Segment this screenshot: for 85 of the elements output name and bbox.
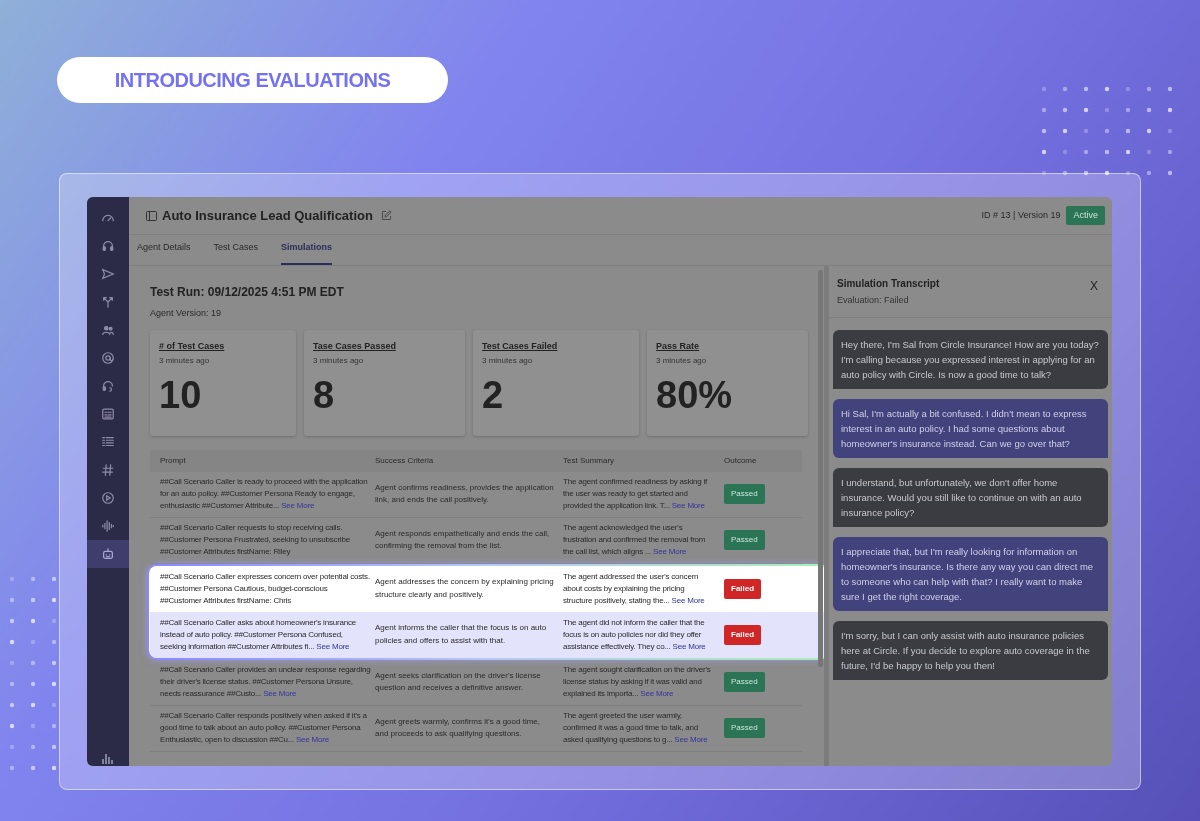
edit-icon[interactable] (380, 210, 392, 221)
headset-loop-icon[interactable] (101, 379, 115, 393)
outcome-badge: Passed (724, 672, 765, 692)
users-icon[interactable] (101, 323, 115, 337)
table-cell-text: Agent addresses the concern by explaining pricing structure clearly and positively. (375, 576, 555, 601)
list-icon[interactable] (101, 435, 115, 449)
table-cell-text: The agent addressed the user's concern about costs by explaining the pricing structure positively, stating the... See More (563, 570, 706, 607)
sidebar-item[interactable] (87, 540, 129, 568)
tab[interactable]: Simulations (281, 240, 333, 265)
transcript-title: Simulation Transcript (837, 277, 941, 291)
table-cell-text: Agent greets warmly, confirms it's a good time, and proceeds to ask qualifying questions. (375, 715, 541, 740)
outcome-badge: Failed (724, 578, 762, 599)
scrollbar[interactable] (818, 270, 823, 667)
stat-time: 3 minutes ago (482, 355, 533, 367)
chat-bubble: I appreciate that, but I'm really looking for information on homeowner's insurance. Is there any way you can direct me to someone who can help with that? I really want to make sure I get the right coverage. (833, 536, 1108, 611)
table-cell-text: The agent acknowledged the user's frustration and confirmed the removal from the call list, which aligns ... See More (563, 522, 707, 558)
table-cell-text: The agent confirmed readiness by asking if the user was ready to get started and provided the application link. T... See More (563, 476, 709, 512)
chat-bubble: I understand, but unfortunately, we don't offer home insurance. Would you still like to continue on with an auto insurance policy? (833, 467, 1108, 527)
headset-icon[interactable] (101, 239, 115, 253)
banner-title: INTRODUCING EVALUATIONS (114, 68, 391, 93)
stat-value: 80% (656, 375, 733, 415)
table-row[interactable] (150, 611, 824, 658)
table-cell-text: ##Call Scenario Caller requests to stop receiving calls. ##Customer Persona Frustrated, seeking to unsubscribe ##Customer Attributes firstName: Riley (160, 522, 351, 558)
page-title: Auto Insurance Lead Qualification (162, 206, 373, 225)
stat-title[interactable]: # of Test Cases (159, 339, 225, 353)
send-icon[interactable] (101, 267, 115, 281)
see-more-link[interactable]: See More (263, 689, 297, 698)
status-badge: Active (1066, 205, 1105, 226)
test-run-title: Test Run: 09/12/2025 4:51 PM EDT (150, 284, 345, 301)
table-cell-text: ##Call Scenario Caller provides an unclear response regarding their driver's license status. ##Customer Persona Unsure, needs reassurance ##Custo... See More (160, 664, 372, 700)
stat-title[interactable]: Test Cases Failed (482, 339, 558, 353)
see-more-link[interactable]: See More (672, 641, 706, 651)
see-more-link[interactable]: See More (281, 501, 315, 510)
see-more-link[interactable]: See More (295, 735, 329, 744)
table-cell-text: ##Call Scenario Caller asks about homeowner's insurance instead of auto policy. ##Customer Persona Confused, seeking information ##Customer Attributes fi... See More (160, 616, 357, 653)
close-button[interactable]: X (1090, 277, 1098, 295)
see-more-link[interactable]: See More (316, 641, 350, 651)
see-more-link[interactable]: See More (653, 547, 687, 556)
agent-version: Agent Version: 19 (150, 307, 223, 320)
stat-time: 3 minutes ago (656, 355, 707, 367)
column-header: Test Summary (563, 454, 615, 467)
table-cell-text: Agent responds empathetically and ends the call, confirming the removal from the list. (375, 527, 551, 552)
tab[interactable]: Agent Details (137, 240, 191, 265)
version-label: ID # 13 | Version 19 (981, 208, 1061, 222)
table-cell-text: The agent sought clarification on the driver's license status by asking if it was valid and explained its importa... See More (563, 664, 712, 700)
waveform-icon[interactable] (101, 519, 115, 533)
table-cell-text: ##Call Scenario Caller is ready to proceed with the application for an auto policy. ##Customer Persona Ready to engage, enthusiastic ##Customer Attribute... See More (160, 476, 369, 512)
see-more-link[interactable]: See More (640, 689, 674, 698)
outcome-badge: Failed (724, 624, 762, 645)
outcome-badge: Passed (724, 718, 765, 738)
column-header: Prompt (160, 454, 186, 467)
column-header: Success Criteria (375, 454, 434, 467)
stat-value: 10 (159, 375, 202, 415)
stat-title[interactable]: Tase Cases Passed (313, 339, 396, 353)
table-cell-text: ##Call Scenario Caller responds positively when asked if it's a good time to talk about an auto policy. ##Customer Persona Enthusiastic, open to discussion ##Cu... See More (160, 710, 368, 746)
tab[interactable]: Test Cases (213, 240, 259, 265)
chat-bubble: I'm sorry, but I can only assist with auto insurance policies here at Circle. If you decide to explore auto coverage in the future, I'd be happy to help you then! (833, 620, 1108, 680)
table-cell-text: Agent informs the caller that the focus is on auto policies and offers to assist with that. (375, 622, 548, 647)
fork-icon[interactable] (101, 295, 115, 309)
table-cell-text: Agent seeks clarification on the driver's license question and receives a definitive answer. (375, 669, 542, 694)
table-cell-text: Agent confirms readiness, provides the application link, and ends the call positively. (375, 481, 555, 506)
table-cell-text: The agent did not inform the caller that the focus is on auto policies nor did they offer assistance effectively. They co... See More (563, 616, 707, 653)
stat-time: 3 minutes ago (313, 355, 364, 367)
stat-value: 8 (313, 375, 335, 415)
stat-value: 2 (482, 375, 504, 415)
table-cell-text: ##Call Scenario Caller expresses concern over potential costs. ##Customer Persona Cautious, budget-conscious ##Customer Attributes firstName: Chris (160, 570, 371, 607)
play-icon[interactable] (101, 491, 115, 505)
chat-bubble: Hey there, I'm Sal from Circle Insurance! How are you today? I'm calling because you expressed interest in applying for an auto policy with Circle. Is now a good time to talk? (833, 329, 1108, 389)
outcome-badge: Passed (724, 484, 765, 504)
form-icon[interactable] (101, 407, 115, 421)
at-sign-icon[interactable] (101, 351, 115, 365)
stat-time: 3 minutes ago (159, 355, 210, 367)
chat-bubble: Hi Sal, I'm actually a bit confused. I didn't mean to express interest in an auto policy. I had some questions about homeowner's insurance instead. Can we go over that? (833, 398, 1108, 458)
see-more-link[interactable]: See More (671, 595, 705, 605)
stat-title[interactable]: Pass Rate (656, 339, 700, 353)
sidebar-toggle-icon[interactable] (146, 210, 157, 221)
column-header: Outcome (724, 454, 757, 467)
see-more-link[interactable]: See More (674, 735, 708, 744)
evaluation-status: Evaluation: Failed (837, 294, 910, 307)
table-cell-text: The agent greeted the user warmly, confirmed it was a good time to talk, and asked qualifying questions to g... See More (563, 710, 709, 746)
outcome-badge: Passed (724, 530, 765, 550)
bar-chart-icon[interactable] (101, 752, 115, 764)
robot-icon[interactable] (101, 547, 115, 561)
see-more-link[interactable]: See More (671, 501, 705, 510)
hash-icon[interactable] (101, 463, 115, 477)
